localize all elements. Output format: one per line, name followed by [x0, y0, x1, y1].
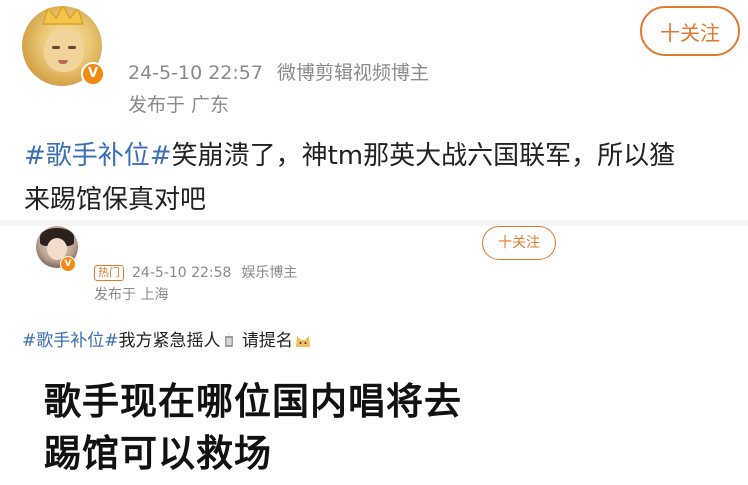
image-caption-text: 歌手现在哪位国内唱将去 踢馆可以救场 [44, 376, 462, 480]
caption-line1: 歌手现在哪位国内唱将去 [44, 380, 462, 423]
post-text-line1: 笑崩溃了，神tm那英大战六国联军，所以猹 [171, 141, 676, 171]
topic-link[interactable]: #歌手补位# [24, 141, 172, 171]
post-time: 24-5-10 22:58 [132, 265, 232, 281]
cat-emoji-icon [295, 333, 311, 353]
post-location: 发布于 上海 [94, 287, 169, 303]
user-tag: 娱乐博主 [241, 265, 298, 281]
caption-line2: 踢馆可以救场 [44, 432, 272, 475]
weibo-post-2: V 十关注 热门 24-5-10 22:58 娱乐博主 发布于 上海 #歌手补位#我… [0, 226, 748, 485]
verified-badge-icon: V [81, 62, 105, 86]
post-text-a: 我方紧急摇人 [118, 331, 221, 351]
verified-badge-icon: V [60, 256, 76, 272]
post-meta: 24-5-10 22:57 微博剪辑视频博主 [128, 58, 429, 85]
candle-emoji-icon [223, 332, 235, 353]
post-meta: 热门 24-5-10 22:58 娱乐博主 [94, 262, 297, 282]
post-location: 发布于 广东 [128, 94, 230, 116]
crown-icon [41, 6, 85, 25]
user-tag: 微博剪辑视频博主 [276, 62, 429, 84]
weibo-post-1: V 24-5-10 22:57 微博剪辑视频博主 发布于 广东 十关注 #歌手补位… [0, 0, 748, 220]
post-text: #歌手补位#笑崩溃了，神tm那英大战六国联军，所以猹 来踢馆保真对吧 [24, 134, 734, 222]
post-time: 24-5-10 22:57 [128, 62, 263, 84]
hot-badge: 热门 [94, 265, 124, 281]
post-text-line2: 来踢馆保真对吧 [24, 185, 207, 215]
topic-link[interactable]: #歌手补位# [22, 331, 119, 351]
follow-button[interactable]: 十关注 [482, 226, 556, 260]
follow-button[interactable]: 十关注 [640, 6, 740, 56]
post-text: #歌手补位#我方紧急摇人 请提名 [22, 326, 313, 353]
post-text-b: 请提名 [236, 331, 293, 351]
